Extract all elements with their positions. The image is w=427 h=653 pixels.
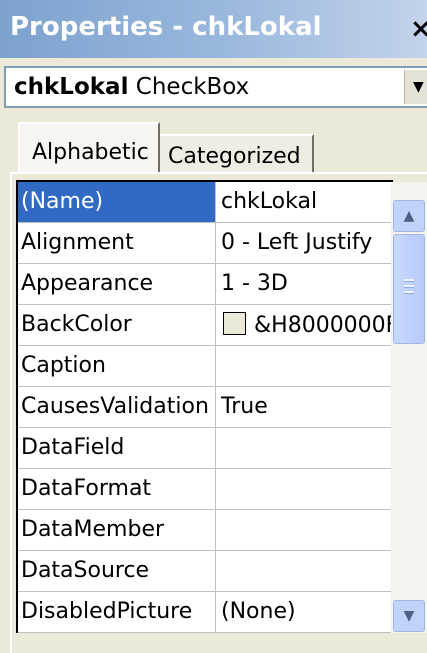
property-row[interactable]: DataField [18,428,393,469]
color-swatch [223,312,246,335]
property-value[interactable] [217,346,393,386]
property-value-text: &H8000000F [254,313,393,338]
property-name: CausesValidation [18,387,216,427]
object-selector[interactable]: chkLokal CheckBox ▼ [4,66,427,108]
title-bar: Properties - chkLokal × [0,0,427,58]
property-row[interactable]: (Name) chkLokal [18,182,393,223]
property-value[interactable]: 0 - Left Justify [217,223,393,263]
property-row[interactable]: DataFormat [18,469,393,510]
property-value[interactable] [217,428,393,468]
property-name: Alignment [18,223,216,263]
property-grid: (Name) chkLokal Alignment 0 - Left Justi… [16,180,393,633]
property-value[interactable] [217,469,393,509]
property-row[interactable]: BackColor &H8000000F [18,305,393,346]
property-name: DataSource [18,551,216,591]
scroll-up-button[interactable]: ▲ [393,200,425,232]
property-name: DataField [18,428,216,468]
tab-alphabetic[interactable]: Alphabetic [18,122,160,172]
scroll-thumb[interactable] [393,234,425,344]
property-value[interactable]: True [217,387,393,427]
property-value[interactable]: 1 - 3D [217,264,393,304]
object-type: CheckBox [135,74,250,100]
close-icon: × [410,14,427,44]
property-row[interactable]: DisabledPicture (None) [18,592,393,633]
object-name: chkLokal [14,74,129,100]
property-name: BackColor [18,305,216,345]
property-row[interactable]: DataSource [18,551,393,592]
property-row[interactable]: DataMember [18,510,393,551]
scroll-down-button[interactable]: ▼ [393,600,425,632]
property-row[interactable]: Alignment 0 - Left Justify [18,223,393,264]
vertical-scrollbar[interactable]: ▲ ▼ [391,182,427,633]
chevron-down-icon: ▼ [403,608,415,624]
property-row[interactable]: Caption [18,346,393,387]
property-name: Appearance [18,264,216,304]
chevron-up-icon: ▲ [403,208,415,224]
property-name: Caption [18,346,216,386]
property-value[interactable]: chkLokal [217,182,393,222]
property-row[interactable]: CausesValidation True [18,387,393,428]
property-value[interactable] [217,551,393,591]
chevron-down-icon: ▼ [413,79,424,95]
property-value-backcolor[interactable]: &H8000000F [217,305,393,345]
property-name: DataFormat [18,469,216,509]
property-name: DataMember [18,510,216,550]
grip-line [404,291,414,294]
property-value[interactable] [217,510,393,550]
dropdown-button[interactable]: ▼ [404,70,427,104]
grip-line [404,279,414,282]
property-name: (Name) [18,182,216,222]
property-value[interactable]: (None) [217,592,393,632]
close-button[interactable]: × [408,12,427,46]
property-row[interactable]: Appearance 1 - 3D [18,264,393,305]
object-selector-text: chkLokal CheckBox [14,74,249,100]
property-name: DisabledPicture [18,592,216,632]
window-title: Properties - chkLokal [10,12,322,42]
grip-line [404,285,414,288]
tab-categorized[interactable]: Categorized [160,134,314,174]
